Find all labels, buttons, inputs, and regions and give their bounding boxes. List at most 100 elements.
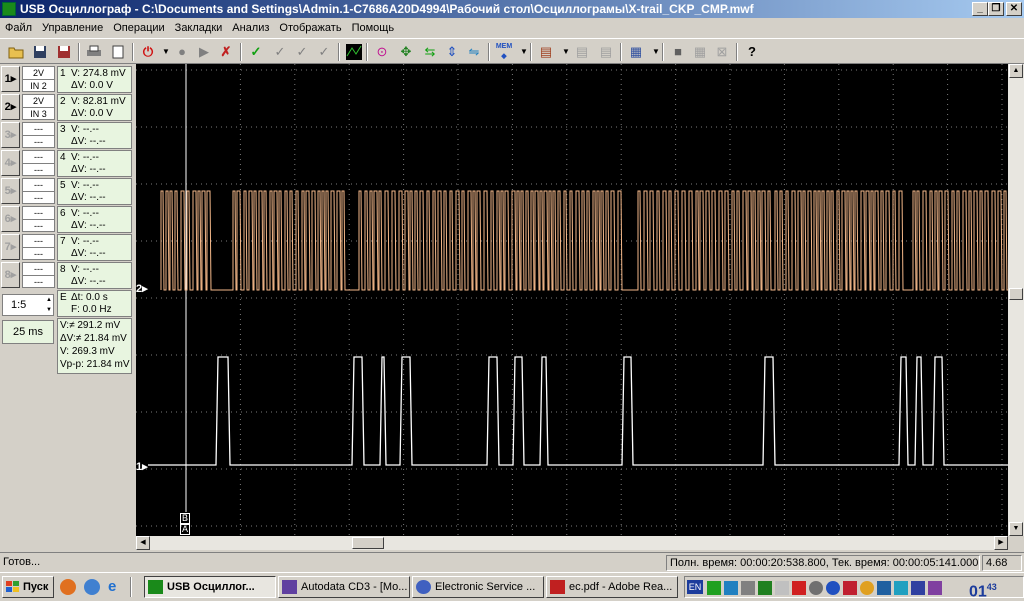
- channel-8-button[interactable]: 8▸: [1, 262, 20, 288]
- oscilloscope-display[interactable]: 2▸ 1▸ B A: [136, 64, 1008, 536]
- channel-number: 2: [60, 96, 66, 107]
- volume-icon[interactable]: [792, 581, 806, 595]
- channel-3-button[interactable]: 3▸: [1, 122, 20, 148]
- export-gray-icon[interactable]: ▤: [572, 42, 592, 62]
- firefox-icon[interactable]: [60, 579, 76, 595]
- cursor-b-marker[interactable]: B: [180, 513, 190, 524]
- menu-help[interactable]: Помощь: [347, 18, 400, 38]
- cursor-vertical-icon[interactable]: ⇕: [442, 42, 462, 62]
- menu-file[interactable]: Файл: [0, 18, 37, 38]
- channel-6-settings[interactable]: --- ---: [22, 206, 55, 232]
- grid-icon[interactable]: ▦: [690, 42, 710, 62]
- channel-1-marker[interactable]: 1▸: [136, 460, 148, 473]
- channel-3-settings[interactable]: --- ---: [22, 122, 55, 148]
- save-as-icon[interactable]: [54, 42, 74, 62]
- vertical-scrollbar[interactable]: ▲ ▼: [1008, 64, 1024, 536]
- save-icon[interactable]: [30, 42, 50, 62]
- channel-5-measure: 5 V: --.-- ΔV: --.--: [57, 178, 132, 205]
- channel-7-settings[interactable]: --- ---: [22, 234, 55, 260]
- channel-1-button[interactable]: 1▸: [1, 66, 20, 92]
- language-indicator[interactable]: EN: [687, 580, 703, 594]
- task-electronic-service[interactable]: Electronic Service ...: [412, 576, 544, 598]
- computer-tray-icon[interactable]: [911, 581, 925, 595]
- display-icon[interactable]: [741, 581, 755, 595]
- scroll-right-icon[interactable]: ▶: [994, 536, 1008, 550]
- app-tray-icon[interactable]: [758, 581, 772, 595]
- scroll-thumb[interactable]: [352, 537, 384, 549]
- start-button[interactable]: Пуск: [2, 576, 54, 598]
- scroll-down-icon[interactable]: ▼: [1009, 522, 1023, 536]
- horizontal-scrollbar[interactable]: ◀ ▶: [136, 536, 1008, 550]
- export-gray-2-icon[interactable]: ▤: [596, 42, 616, 62]
- check-triple-icon[interactable]: ✓: [314, 42, 334, 62]
- help-icon[interactable]: ?: [742, 42, 762, 62]
- restore-button[interactable]: ❐: [988, 2, 1004, 16]
- scroll-left-icon[interactable]: ◀: [136, 536, 150, 550]
- antivirus-icon[interactable]: [843, 581, 857, 595]
- export-icon[interactable]: ▤: [536, 42, 556, 62]
- misc-tray-icon[interactable]: [928, 581, 942, 595]
- check-all-icon[interactable]: ✓: [270, 42, 290, 62]
- ratio-stepper[interactable]: ▲ ▼: [44, 295, 54, 315]
- binoculars-icon[interactable]: ✥: [396, 42, 416, 62]
- stepper-up-icon[interactable]: ▲: [44, 295, 54, 305]
- memory-button[interactable]: MEM ◆: [494, 42, 514, 62]
- task-usb-oscilloscope[interactable]: USB Осциллог...: [144, 576, 276, 598]
- chart-tray-icon[interactable]: [894, 581, 908, 595]
- close-button[interactable]: ✕: [1006, 2, 1022, 16]
- square-icon[interactable]: ■: [668, 42, 688, 62]
- measure-icon[interactable]: ⇋: [464, 42, 484, 62]
- signal-icon[interactable]: [707, 581, 721, 595]
- stepper-down-icon[interactable]: ▼: [44, 305, 54, 315]
- clock[interactable]: 0143: [969, 578, 997, 601]
- zoom-icon[interactable]: ⊙: [372, 42, 392, 62]
- channel-2-marker[interactable]: 2▸: [136, 282, 148, 295]
- check-double-icon[interactable]: ✓: [292, 42, 312, 62]
- channel-8-settings[interactable]: --- ---: [22, 262, 55, 288]
- scroll-thumb[interactable]: [1009, 288, 1023, 300]
- internet-explorer-icon[interactable]: e: [108, 579, 124, 595]
- toolbar-separator: [488, 43, 490, 61]
- alarm-icon[interactable]: [860, 581, 874, 595]
- scroll-up-icon[interactable]: ▲: [1009, 64, 1023, 78]
- menu-control[interactable]: Управление: [37, 18, 108, 38]
- channel-5-button[interactable]: 5▸: [1, 178, 20, 204]
- channel-6-button[interactable]: 6▸: [1, 206, 20, 232]
- channel-7-button[interactable]: 7▸: [1, 234, 20, 260]
- security-icon[interactable]: [826, 581, 840, 595]
- check-icon[interactable]: ✓: [246, 42, 266, 62]
- menu-bookmarks[interactable]: Закладки: [170, 18, 228, 38]
- time-per-div-field[interactable]: 25 ms: [2, 320, 54, 344]
- task-adobe-reader[interactable]: ec.pdf - Adobe Rea...: [546, 576, 678, 598]
- browser-icon[interactable]: [84, 579, 100, 595]
- channel-2-settings[interactable]: 2V IN 3: [22, 94, 55, 120]
- channel-1-settings[interactable]: 2V IN 2: [22, 66, 55, 92]
- delete-icon[interactable]: ⊠: [712, 42, 732, 62]
- arrows-horizontal-icon[interactable]: ⇆: [420, 42, 440, 62]
- open-folder-icon[interactable]: [6, 42, 26, 62]
- menu-display[interactable]: Отображать: [274, 18, 346, 38]
- checkbox-tray-icon[interactable]: [775, 581, 789, 595]
- updater-icon[interactable]: [877, 581, 891, 595]
- stop-icon[interactable]: ⏻: [138, 42, 158, 62]
- stat-line: V:≠ 291.2 mV: [60, 320, 121, 331]
- menu-analysis[interactable]: Анализ: [227, 18, 274, 38]
- cursor-a-marker[interactable]: A: [180, 524, 190, 535]
- clock-tray-icon[interactable]: [809, 581, 823, 595]
- waveform-icon[interactable]: [344, 42, 364, 62]
- channel-5-settings[interactable]: --- ---: [22, 178, 55, 204]
- minimize-button[interactable]: _: [972, 2, 988, 16]
- channel-4-settings[interactable]: --- ---: [22, 150, 55, 176]
- clear-icon[interactable]: ✗: [216, 42, 236, 62]
- channel-4-button[interactable]: 4▸: [1, 150, 20, 176]
- network-icon[interactable]: [724, 581, 738, 595]
- channel-2-button[interactable]: 2▸: [1, 94, 20, 120]
- taskbar-separator: [130, 577, 132, 597]
- menu-operations[interactable]: Операции: [108, 18, 169, 38]
- task-autodata[interactable]: Autodata CD3 - [Mo...: [278, 576, 410, 598]
- settings-icon[interactable]: ▦: [626, 42, 646, 62]
- print-icon[interactable]: [84, 42, 104, 62]
- play-icon[interactable]: ▶: [194, 42, 214, 62]
- print-preview-icon[interactable]: [108, 42, 128, 62]
- record-icon[interactable]: ●: [172, 42, 192, 62]
